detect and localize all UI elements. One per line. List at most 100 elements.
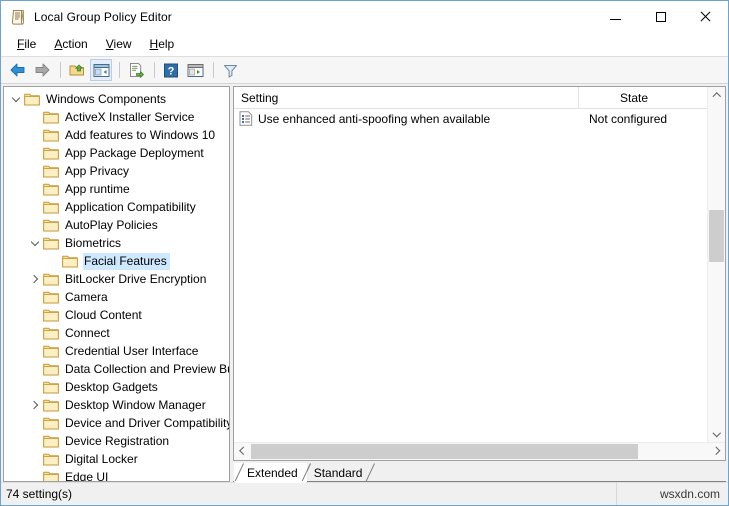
listview-horizontal-scrollbar[interactable] (234, 442, 725, 460)
scroll-down-button[interactable] (708, 425, 725, 442)
tree-item-label: Credential User Interface (65, 343, 199, 358)
tree-item[interactable]: Data Collection and Preview Build (4, 360, 229, 378)
tree-expander-chevron-down-icon[interactable] (8, 91, 24, 107)
scroll-right-button[interactable] (708, 443, 725, 460)
scroll-up-button[interactable] (708, 87, 725, 104)
status-setting-count: 74 setting(s) (6, 487, 73, 501)
cell-setting: Use enhanced anti-spoofing when availabl… (234, 111, 578, 126)
folder-icon (43, 236, 59, 250)
tree-item[interactable]: Desktop Gadgets (4, 378, 229, 396)
tree-item[interactable]: ActiveX Installer Service (4, 108, 229, 126)
tree-item-label: App Package Deployment (65, 145, 204, 160)
console-tree-pane[interactable]: Windows Components ActiveX Installer Serv… (3, 86, 230, 482)
cell-state: Not configured (589, 111, 668, 126)
maximize-button[interactable] (638, 1, 683, 32)
settings-listview[interactable]: Setting State Use enhanced anti-spoofing… (233, 86, 726, 461)
tree-expander-placeholder (27, 109, 43, 125)
watermark: wsxdn.com (616, 483, 728, 505)
horizontal-scroll-thumb[interactable] (251, 444, 638, 459)
tree-item-label: App runtime (65, 181, 130, 196)
menu-action[interactable]: Action (45, 35, 96, 55)
listview-rows: Use enhanced anti-spoofing when availabl… (234, 109, 707, 442)
help-icon[interactable]: ? (160, 59, 182, 81)
tab-left-edge (234, 463, 244, 482)
minimize-button[interactable] (593, 1, 638, 32)
tree-item[interactable]: Facial Features (4, 252, 229, 270)
window-controls (593, 1, 728, 33)
title-bar[interactable]: Local Group Policy Editor (1, 1, 728, 33)
tree-item[interactable]: Application Compatibility (4, 198, 229, 216)
folder-icon (24, 92, 40, 106)
tree-item-label: Add features to Windows 10 (65, 127, 216, 142)
tree-item-label: Windows Components (46, 91, 167, 106)
menu-view-accel: V (105, 36, 114, 51)
tree-expander-placeholder (27, 343, 43, 359)
tree-expander-chevron-right-icon[interactable] (27, 271, 43, 287)
chevron-down-icon (713, 430, 720, 437)
tree-expander-placeholder (27, 199, 43, 215)
menu-view-rest: iew (113, 36, 132, 51)
tree-expander-chevron-right-icon[interactable] (27, 397, 43, 413)
horizontal-scroll-track[interactable] (251, 443, 708, 460)
show-action-pane-icon[interactable] (184, 59, 206, 81)
tree-item[interactable]: Biometrics (4, 234, 229, 252)
show-hide-tree-icon[interactable] (90, 59, 112, 81)
tree-item[interactable]: Edge UI (4, 468, 229, 482)
tree-item[interactable]: Device Registration (4, 432, 229, 450)
folder-icon (43, 398, 59, 412)
tree-item[interactable]: Desktop Window Manager (4, 396, 229, 414)
tree-expander-placeholder (27, 307, 43, 323)
tree-item[interactable]: Windows Components (4, 90, 229, 108)
vertical-scroll-track[interactable] (708, 104, 725, 425)
listview-vertical-scrollbar[interactable] (707, 87, 725, 442)
column-header-state[interactable]: State (578, 87, 707, 108)
tree-item[interactable]: AutoPlay Policies (4, 216, 229, 234)
tree-item[interactable]: Cloud Content (4, 306, 229, 324)
up-one-level-icon[interactable] (66, 59, 88, 81)
tab-standard[interactable]: Standard (300, 463, 376, 482)
export-list-icon[interactable] (125, 59, 147, 81)
folder-icon (43, 182, 59, 196)
tree-item-label: Digital Locker (65, 451, 138, 466)
tree-expander-placeholder (27, 127, 43, 143)
tree-expander-placeholder (27, 217, 43, 233)
tree-item[interactable]: BitLocker Drive Encryption (4, 270, 229, 288)
chevron-right-icon (713, 448, 720, 455)
tab-label: Extended (247, 465, 298, 480)
tree-item-label: Edge UI (65, 469, 109, 482)
tree-item-label: Desktop Gadgets (65, 379, 158, 394)
menu-action-rest: ction (62, 36, 88, 51)
tree-item-label: Cloud Content (65, 307, 142, 322)
forward-icon[interactable] (31, 59, 53, 81)
tree-item[interactable]: Connect (4, 324, 229, 342)
tree-expander-chevron-down-icon[interactable] (27, 235, 43, 251)
scroll-left-button[interactable] (234, 443, 251, 460)
tree-item-label: Application Compatibility (65, 199, 196, 214)
table-row[interactable]: Use enhanced anti-spoofing when availabl… (234, 109, 707, 128)
menu-file[interactable]: File (8, 35, 45, 55)
tree-item-label: AutoPlay Policies (65, 217, 158, 232)
filter-icon[interactable] (219, 59, 241, 81)
vertical-scroll-thumb[interactable] (709, 210, 724, 262)
menu-help[interactable]: Help (141, 35, 184, 55)
tree-item[interactable]: Digital Locker (4, 450, 229, 468)
toolbar-separator-3 (154, 62, 155, 78)
tree-item[interactable]: App Privacy (4, 162, 229, 180)
tab-extended[interactable]: Extended (234, 463, 311, 483)
folder-icon (43, 416, 59, 430)
column-header-setting[interactable]: Setting (234, 87, 578, 108)
tree-item[interactable]: App runtime (4, 180, 229, 198)
tree-expander-placeholder (27, 289, 43, 305)
tree-item[interactable]: Add features to Windows 10 (4, 126, 229, 144)
local-group-policy-editor-window: Local Group Policy Editor File Action Vi… (0, 0, 729, 506)
tree-item[interactable]: App Package Deployment (4, 144, 229, 162)
tree-item-label: Biometrics (65, 235, 122, 250)
tree-item[interactable]: Credential User Interface (4, 342, 229, 360)
menu-view[interactable]: View (97, 35, 141, 55)
tree-item[interactable]: Camera (4, 288, 229, 306)
tree-item-label: Connect (65, 325, 110, 340)
back-icon[interactable] (7, 59, 29, 81)
chevron-left-icon (239, 448, 246, 455)
tree-item[interactable]: Device and Driver Compatibility (4, 414, 229, 432)
close-button[interactable] (683, 1, 728, 32)
